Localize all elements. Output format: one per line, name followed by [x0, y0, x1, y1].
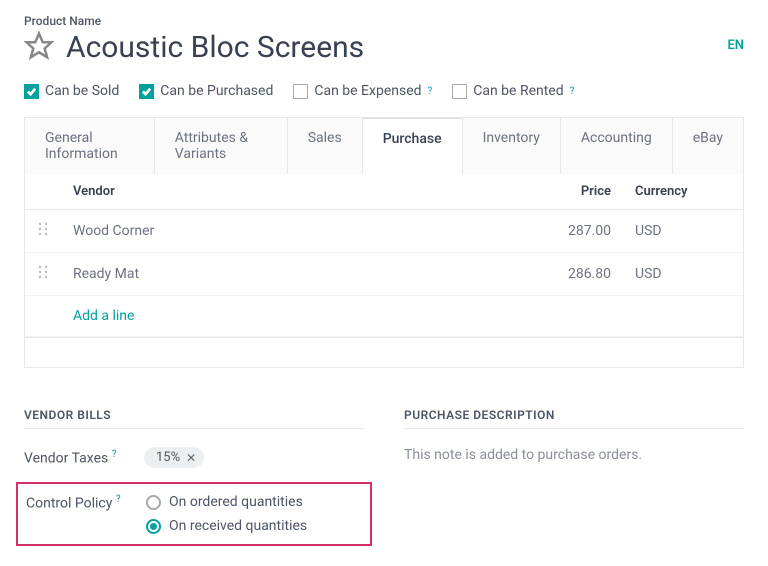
- add-a-line-button[interactable]: Add a line: [73, 308, 134, 324]
- can-be-expensed-checkbox[interactable]: Can be Expensed ?: [293, 83, 432, 99]
- can-be-rented-checkbox[interactable]: Can be Rented ?: [452, 83, 574, 99]
- tab-ebay[interactable]: eBay: [673, 118, 743, 174]
- currency-cell[interactable]: USD: [623, 210, 743, 253]
- tab-accounting[interactable]: Accounting: [561, 118, 673, 174]
- tab-attributes-variants[interactable]: Attributes & Variants: [155, 118, 288, 174]
- price-cell[interactable]: 286.80: [543, 253, 623, 296]
- favorite-star-icon[interactable]: [24, 31, 54, 65]
- help-icon[interactable]: ?: [112, 449, 117, 460]
- can-be-purchased-label: Can be Purchased: [160, 83, 273, 99]
- control-policy-highlight: Control Policy ? On ordered quantities O…: [16, 482, 372, 546]
- language-button[interactable]: EN: [727, 14, 744, 53]
- vendor-cell[interactable]: Ready Mat: [61, 253, 543, 296]
- price-column-header[interactable]: Price: [543, 174, 623, 210]
- tabs: General Information Attributes & Variant…: [24, 117, 744, 174]
- vendor-cell[interactable]: Wood Corner: [61, 210, 543, 253]
- can-be-expensed-label: Can be Expensed: [314, 83, 421, 99]
- help-icon[interactable]: ?: [428, 86, 433, 97]
- currency-cell[interactable]: USD: [623, 253, 743, 296]
- control-policy-received-radio[interactable]: On received quantities: [146, 518, 307, 534]
- can-be-sold-label: Can be Sold: [45, 83, 119, 99]
- remove-tag-icon[interactable]: ✕: [186, 451, 196, 465]
- drag-handle-icon[interactable]: [25, 253, 61, 296]
- vendor-table: Vendor Price Currency Wood Corner 287.00…: [25, 174, 743, 337]
- help-icon[interactable]: ?: [116, 494, 121, 505]
- radio-label: On ordered quantities: [169, 494, 303, 510]
- help-icon[interactable]: ?: [570, 86, 575, 97]
- tab-inventory[interactable]: Inventory: [463, 118, 561, 174]
- purchase-description-field[interactable]: This note is added to purchase orders.: [404, 447, 744, 463]
- tax-tag-label: 15%: [156, 450, 180, 465]
- tab-purchase[interactable]: Purchase: [363, 118, 463, 174]
- currency-column-header[interactable]: Currency: [623, 174, 743, 210]
- tab-general-information[interactable]: General Information: [25, 118, 155, 174]
- product-name-label: Product Name: [24, 14, 364, 28]
- can-be-purchased-checkbox[interactable]: Can be Purchased: [139, 83, 273, 99]
- purchase-description-section-header: PURCHASE DESCRIPTION: [404, 408, 744, 429]
- radio-label: On received quantities: [169, 518, 307, 534]
- price-cell[interactable]: 287.00: [543, 210, 623, 253]
- product-title[interactable]: Acoustic Bloc Screens: [66, 30, 364, 65]
- vendor-column-header[interactable]: Vendor: [61, 174, 543, 210]
- table-row[interactable]: Wood Corner 287.00 USD: [25, 210, 743, 253]
- tab-sales[interactable]: Sales: [288, 118, 363, 174]
- vendor-bills-section-header: VENDOR BILLS: [24, 408, 364, 429]
- can-be-rented-label: Can be Rented: [473, 83, 563, 99]
- drag-handle-icon[interactable]: [25, 210, 61, 253]
- table-row[interactable]: Ready Mat 286.80 USD: [25, 253, 743, 296]
- control-policy-ordered-radio[interactable]: On ordered quantities: [146, 494, 307, 510]
- vendor-taxes-label: Vendor Taxes: [24, 450, 108, 466]
- vendor-tax-tag[interactable]: 15% ✕: [144, 447, 204, 468]
- control-policy-label: Control Policy: [26, 496, 112, 512]
- can-be-sold-checkbox[interactable]: Can be Sold: [24, 83, 119, 99]
